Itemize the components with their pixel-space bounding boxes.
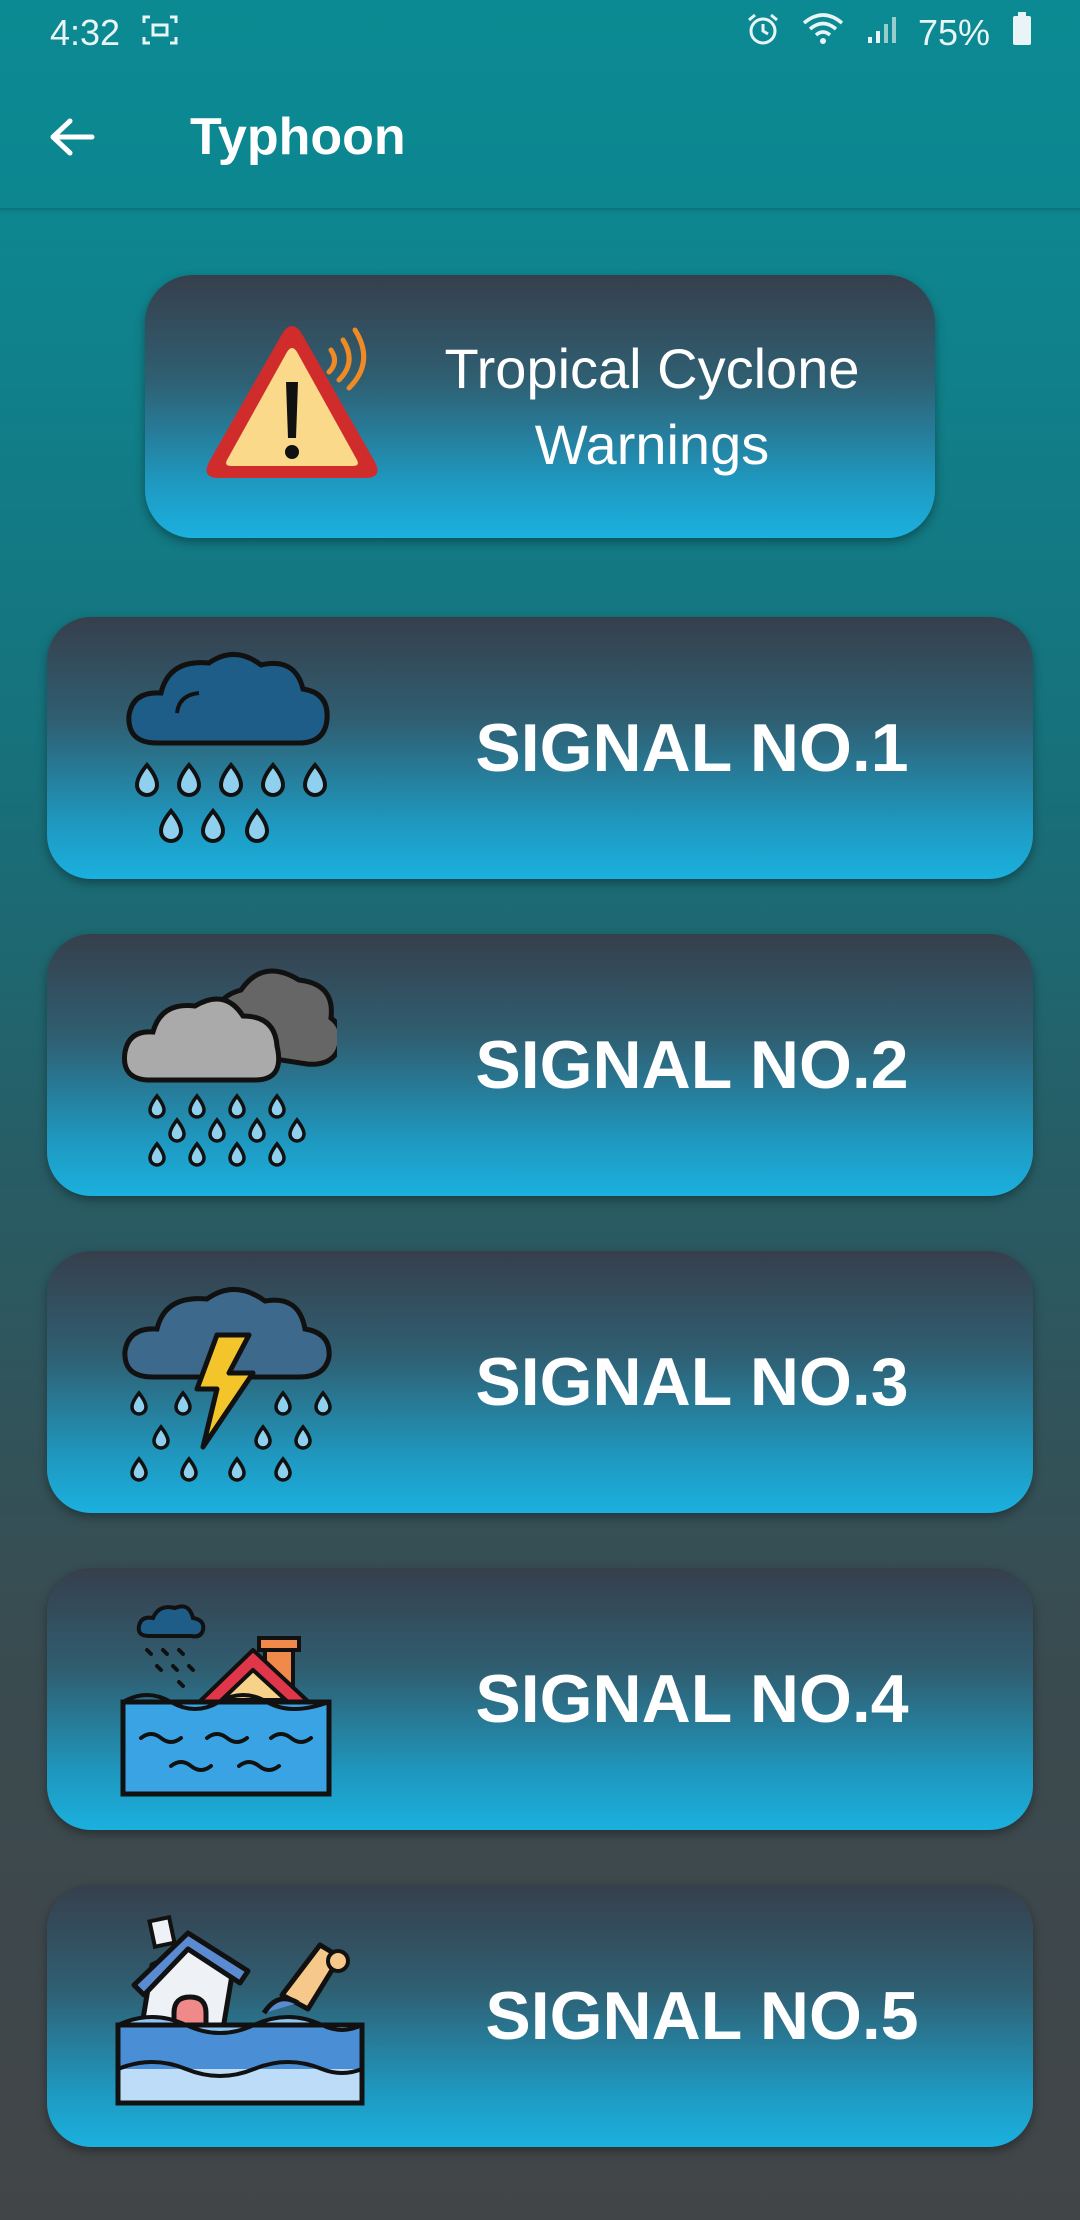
tropical-cyclone-warnings-button[interactable]: Tropical Cyclone Warnings [145,275,935,538]
heavy-rain-clouds-icon [121,968,337,1167]
battery-percent: 75% [917,12,990,53]
signal-1-label: SIGNAL NO.1 [475,710,909,786]
rain-cloud-icon [126,652,330,843]
app-bar: Typhoon [0,66,1080,210]
signal-1-button[interactable]: SIGNAL NO.1 [47,617,1033,879]
signal-4-label: SIGNAL NO.4 [475,1661,909,1737]
wifi-icon [802,12,844,54]
arrow-left-icon [50,118,95,156]
signal-5-label: SIGNAL NO.5 [485,1978,919,2054]
signal-icon [866,12,896,54]
warnings-label: Tropical Cyclone Warnings [444,336,860,476]
signal-3-button[interactable]: SIGNAL NO.3 [47,1251,1033,1513]
status-time: 4:32 [50,12,121,53]
back-button[interactable] [22,87,122,187]
signal-2-button[interactable]: SIGNAL NO.2 [47,934,1033,1196]
battery-icon [1012,11,1032,55]
flood-destruction-icon [115,1914,365,2106]
signal-2-label: SIGNAL NO.2 [475,1027,909,1103]
alarm-icon [746,12,780,55]
status-bar: 4:32 75% [0,0,1080,66]
flooded-house-icon [120,1604,332,1797]
signal-5-button[interactable]: SIGNAL NO.5 [47,1885,1033,2147]
signal-3-label: SIGNAL NO.3 [475,1344,909,1420]
page-title: Typhoon [190,108,406,166]
warning-triangle-icon [206,326,378,478]
signal-4-button[interactable]: SIGNAL NO.4 [47,1568,1033,1830]
screenshot-icon [142,12,178,54]
thunderstorm-icon [122,1287,332,1482]
